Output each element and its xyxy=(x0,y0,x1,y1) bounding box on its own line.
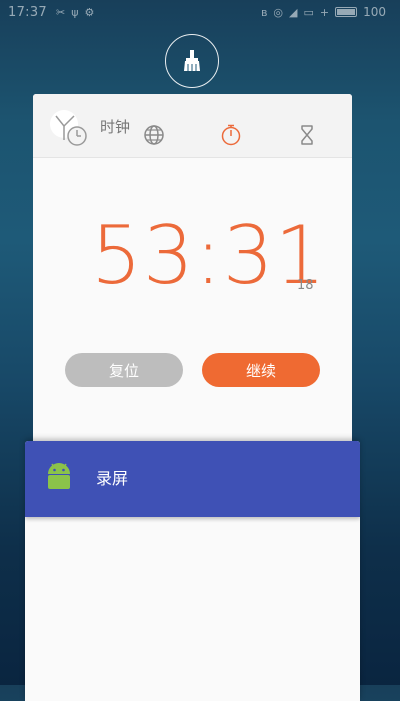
charging-icon: + xyxy=(319,5,330,19)
battery-icon xyxy=(335,7,358,17)
stopwatch-icon[interactable] xyxy=(220,124,242,146)
clock-app-card[interactable]: 时钟 53:31 18 复位 继续 xyxy=(33,94,352,454)
screen-recorder-header: 录屏 xyxy=(25,441,360,517)
globe-icon[interactable] xyxy=(143,124,165,146)
clock-card-title: 时钟 xyxy=(100,118,131,136)
bluetooth-icon: ʙ xyxy=(261,5,268,19)
continue-button-label: 继续 xyxy=(245,361,276,380)
signal-icon: ◢ xyxy=(289,5,298,19)
status-notification-icons: ✂ ψ ⚙ xyxy=(56,6,94,19)
settings-icon: ⚙ xyxy=(84,6,95,19)
status-time: 17:37 xyxy=(8,5,47,20)
screen-recorder-app-card[interactable]: 录屏 xyxy=(25,441,360,701)
battery-level: 100 xyxy=(363,5,386,19)
broom-icon xyxy=(184,50,200,71)
reset-button-label: 复位 xyxy=(108,361,139,380)
continue-button[interactable]: 继续 xyxy=(202,353,320,387)
reset-button[interactable]: 复位 xyxy=(65,353,183,387)
clock-app-icon xyxy=(50,110,87,146)
hourglass-icon[interactable] xyxy=(296,124,318,146)
stopwatch-time: 53:31 xyxy=(91,209,327,302)
scissors-icon: ✂ xyxy=(56,6,66,19)
stopwatch-fraction: 18 xyxy=(297,278,314,293)
status-right-icons: ʙ ◎ ◢ ▭ + 100 xyxy=(261,5,386,19)
android-icon xyxy=(48,463,70,489)
screen-recorder-title: 录屏 xyxy=(96,469,129,488)
alarm-icon: ◎ xyxy=(273,5,283,19)
status-bar: 17:37 ✂ ψ ⚙ ʙ ◎ ◢ ▭ + 100 xyxy=(0,0,400,26)
clear-all-button[interactable] xyxy=(165,34,219,88)
usb-icon: ψ xyxy=(71,6,79,19)
wifi-icon: ▭ xyxy=(303,5,314,19)
clock-card-header: 时钟 xyxy=(33,94,352,158)
